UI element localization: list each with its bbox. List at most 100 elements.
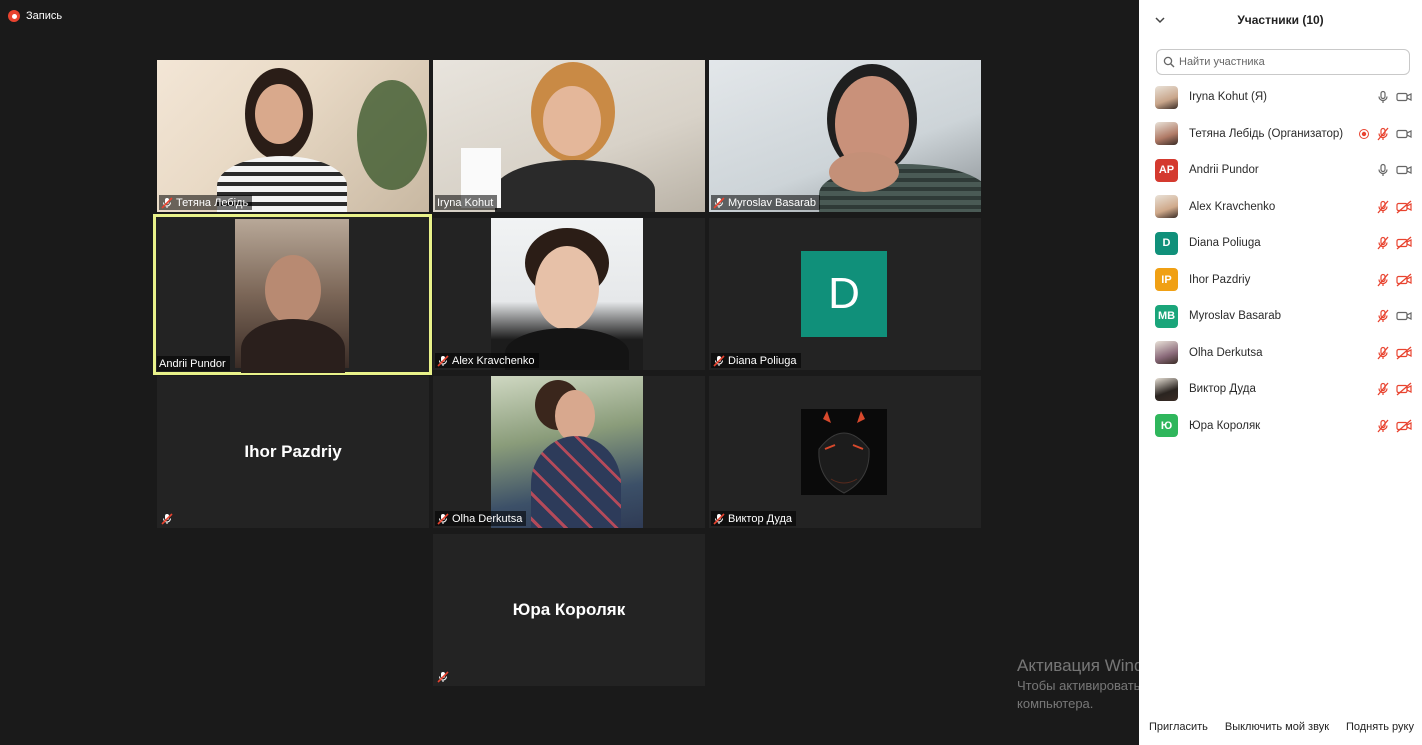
record-icon [8,10,20,22]
mic-muted-icon[interactable] [1376,382,1390,396]
video-off-icon[interactable] [1396,273,1412,287]
video-tile[interactable]: Olha Derkutsa [433,376,705,528]
zoom-meeting-window: Запись Тетяна Лебідь Iryna Kohut Myrosla… [0,0,1422,745]
video-camera-icon[interactable] [1396,309,1412,323]
participant-name-display: Юра Короляк [512,600,626,619]
mic-muted-icon[interactable] [1376,200,1390,214]
video-camera-icon[interactable] [1396,127,1412,141]
participant-avatar: D [801,251,887,337]
participant-row[interactable]: Iryna Kohut (Я) [1139,79,1422,116]
video-tile[interactable]: D Diana Poliuga [709,218,981,370]
participant-name: Ihor Pazdriy [1189,273,1251,286]
video-off-icon[interactable] [1396,382,1412,396]
participant-photo [491,376,643,528]
participant-avatar: IP [1155,268,1178,292]
mic-muted-icon [161,512,173,525]
participant-avatar-image [801,409,887,495]
participant-avatar [1155,85,1178,109]
participant-avatar: Ю [1155,414,1178,438]
participant-avatar [1155,195,1178,219]
participant-controls [1376,335,1412,372]
participant-name: Тетяна Лебідь [176,196,249,209]
participant-name: Iryna Kohut [437,196,494,209]
participant-controls [1376,152,1412,189]
mic-muted-icon [437,512,449,525]
mic-muted-icon[interactable] [1376,127,1390,141]
participant-nametag [435,669,453,684]
participant-controls [1376,262,1412,299]
participant-row[interactable]: Виктор Дуда [1139,371,1422,408]
video-gallery: Запись Тетяна Лебідь Iryna Kohut Myrosla… [0,0,1355,745]
participant-nametag: Diana Poliuga [711,353,801,368]
participant-name: Виктор Дуда [1189,383,1256,396]
video-camera-icon[interactable] [1396,90,1412,104]
participant-avatar: AP [1155,158,1178,182]
video-tile[interactable]: Тетяна Лебідь [157,60,429,212]
participant-name: Andrii Pundor [159,357,226,370]
video-camera-icon[interactable] [1396,163,1412,177]
participant-avatar [1155,341,1178,365]
mic-muted-icon [437,670,449,683]
mic-icon[interactable] [1376,163,1390,177]
video-tile[interactable]: Iryna Kohut [433,60,705,212]
participant-row[interactable]: Тетяна Лебідь (Организатор) [1139,116,1422,153]
participant-row[interactable]: Alex Kravchenko [1139,189,1422,226]
participant-row[interactable]: Ю Юра Короляк [1139,408,1422,445]
video-off-icon[interactable] [1396,419,1412,433]
participant-controls [1376,225,1412,262]
participant-controls [1376,189,1412,226]
participant-name: Myroslav Basarab [1189,310,1282,323]
mic-muted-icon[interactable] [1376,236,1390,250]
participant-row[interactable]: IP Ihor Pazdriy [1139,262,1422,299]
participant-avatar: MB [1155,304,1178,328]
search-icon [1163,56,1175,68]
participant-nametag: Тетяна Лебідь [159,195,253,210]
video-tile[interactable]: Alex Kravchenko [433,218,705,370]
chevron-down-icon[interactable] [1153,13,1167,27]
participant-avatar [1155,377,1178,401]
video-tile[interactable]: Юра Короляк [433,534,705,686]
video-tile[interactable]: Myroslav Basarab [709,60,981,212]
participant-name: Diana Poliuga [728,354,797,367]
video-tile[interactable]: Ihor Pazdriy [157,376,429,528]
participant-controls [1376,79,1412,116]
participant-video [235,219,349,373]
participant-name: Diana Poliuga [1189,237,1261,250]
invite-button[interactable]: Пригласить [1149,721,1208,733]
recording-indicator[interactable]: Запись [8,10,62,22]
participant-nametag [159,511,177,526]
video-off-icon[interactable] [1396,236,1412,250]
participant-name: Alex Kravchenko [452,354,535,367]
participant-row[interactable]: D Diana Poliuga [1139,225,1422,262]
mute-me-button[interactable]: Выключить мой звук [1225,721,1329,733]
mic-muted-icon[interactable] [1376,419,1390,433]
mic-muted-icon[interactable] [1376,273,1390,287]
participant-row[interactable]: MB Myroslav Basarab [1139,298,1422,335]
participant-photo [491,218,643,370]
participant-name: Iryna Kohut (Я) [1189,91,1267,104]
participant-controls [1376,408,1412,445]
participant-search[interactable] [1156,49,1410,75]
participant-name: Виктор Дуда [728,512,792,525]
participant-video [433,60,705,212]
search-input[interactable] [1179,56,1399,68]
participant-nametag: Alex Kravchenko [435,353,539,368]
mic-muted-icon[interactable] [1376,346,1390,360]
video-off-icon[interactable] [1396,200,1412,214]
participant-row[interactable]: Olha Derkutsa [1139,335,1422,372]
panel-footer: Пригласить Выключить мой звук Поднять ру… [1139,721,1422,733]
mic-muted-icon [161,196,173,209]
participant-row[interactable]: AP Andrii Pundor [1139,152,1422,189]
video-tile-active-speaker[interactable]: Andrii Pundor [153,214,432,375]
mic-icon[interactable] [1376,90,1390,104]
video-tile[interactable]: Виктор Дуда [709,376,981,528]
panel-header: Участники (10) [1139,0,1422,40]
mic-muted-icon [713,512,725,525]
participant-controls [1376,298,1412,335]
raise-hand-button[interactable]: Поднять руку [1346,721,1414,733]
participant-video [157,60,429,212]
participants-panel: Участники (10) Iryna Kohut (Я) Тетяна Леб… [1139,0,1422,745]
video-off-icon[interactable] [1396,346,1412,360]
mic-muted-icon[interactable] [1376,309,1390,323]
participant-name-display: Ihor Pazdriy [244,442,342,461]
